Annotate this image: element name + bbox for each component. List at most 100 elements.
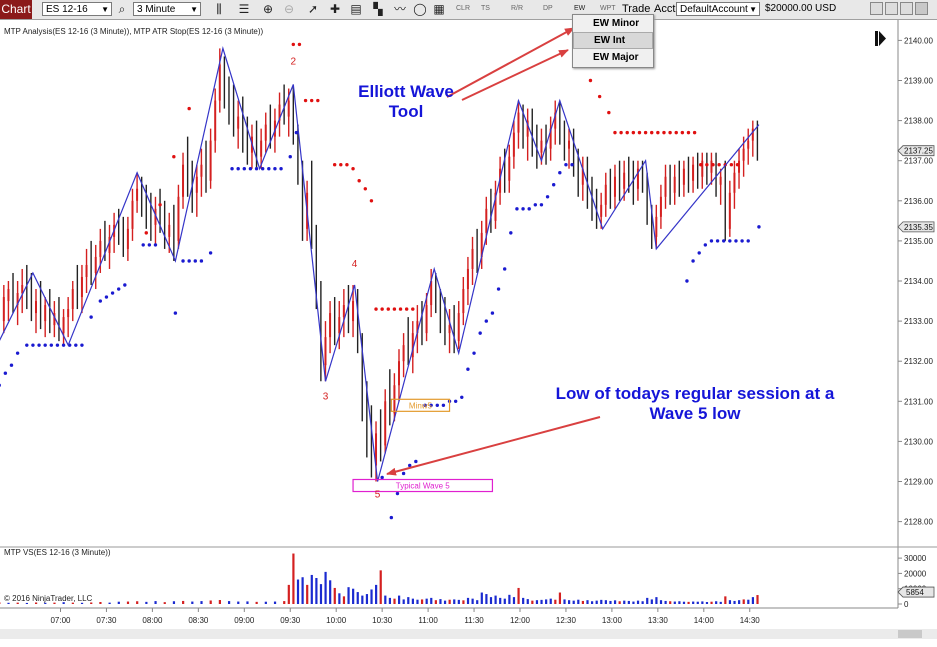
tool-clr[interactable]: CLR (456, 2, 470, 16)
price-tick-label: 2138.00 (904, 117, 933, 126)
price-bar-body (71, 289, 74, 310)
volume-tick-label: 20000 (904, 569, 927, 578)
price-tick-label: 2139.00 (904, 77, 933, 86)
volume-bar (623, 600, 626, 604)
volume-bar (310, 574, 313, 604)
window-maximize-button[interactable] (900, 2, 913, 15)
atr-stop-short-dot (363, 187, 368, 191)
volume-bar (384, 595, 387, 604)
menu-item-ew-major[interactable]: EW Major (573, 50, 653, 65)
price-bar-body (659, 196, 662, 217)
bar-style-icon[interactable]: ⫼ (212, 2, 226, 16)
volume-bar (733, 600, 736, 604)
tool-ts[interactable]: TS (481, 2, 490, 16)
atr-stop-short-dot (656, 130, 660, 135)
volume-bar (646, 597, 649, 604)
volume-bar (264, 601, 267, 604)
volume-bar (200, 601, 203, 604)
price-bar-body (34, 301, 37, 314)
volume-bar (182, 600, 185, 604)
volume-bar (687, 601, 690, 604)
circle-icon[interactable]: ◯ (413, 2, 427, 16)
chart-background (0, 20, 937, 647)
time-tick-label: 10:30 (372, 616, 393, 625)
window-minimize-button[interactable] (885, 2, 898, 15)
elliott-wave-annotation: Elliott Wave Tool (344, 82, 468, 122)
instrument-value: ES 12-16 (46, 4, 88, 15)
atr-stop-long-dot (254, 167, 259, 171)
volume-bar (108, 602, 111, 604)
volume-bar (480, 592, 483, 604)
scrollbar-thumb[interactable] (898, 630, 922, 638)
time-tick-label: 09:30 (280, 616, 301, 625)
price-bar-body (471, 248, 474, 269)
volume-bar (682, 601, 686, 604)
account-select[interactable]: DefaultAccount ▼ (676, 2, 760, 16)
price-bar-body (719, 176, 722, 185)
price-tick-label: 2135.00 (904, 237, 933, 246)
price-bar-body (655, 216, 658, 237)
price-bar-body (209, 140, 212, 181)
price-bar-body (604, 184, 607, 205)
time-tick-label: 14:30 (740, 616, 761, 625)
atr-stop-short-dot (316, 98, 320, 103)
horizontal-scrollbar[interactable] (0, 629, 937, 639)
atr-stop-short-dot (187, 106, 191, 111)
atr-stop-long-dot (147, 243, 152, 247)
volume-bar (315, 578, 318, 604)
volume-bar (397, 595, 401, 604)
zoom-in-icon[interactable]: ⊕ (261, 2, 275, 16)
cross-icon[interactable]: ✚ (328, 2, 342, 16)
pointer-icon[interactable]: ➚ (306, 2, 320, 16)
search-icon[interactable]: ⌕ (115, 2, 129, 16)
window-close-button[interactable] (915, 2, 928, 15)
volume-bar (347, 587, 350, 604)
atr-stop-short-dot (291, 42, 296, 47)
volume-bar (466, 597, 470, 604)
volume-bar (154, 601, 157, 604)
tool-dp[interactable]: DP (543, 2, 553, 16)
time-tick-label: 07:30 (96, 616, 117, 625)
volume-bar (489, 597, 493, 604)
atr-stop-long-dot (98, 299, 103, 303)
zoom-out-icon[interactable]: ⊖ (282, 2, 296, 16)
price-bar-body (397, 361, 400, 386)
volume-bar (549, 598, 552, 604)
price-bar-body (508, 156, 511, 181)
volume-bar (728, 600, 732, 604)
line-tool-icon[interactable]: 〰 (393, 2, 407, 16)
tool-rr[interactable]: R/R (511, 2, 523, 16)
atr-stop-long-dot (187, 259, 191, 263)
atr-stop-long-dot (248, 167, 253, 171)
volume-bar (420, 599, 424, 604)
volume-bar (352, 588, 355, 604)
price-tick-label: 2130.00 (904, 437, 933, 446)
atr-stop-long-dot (294, 130, 299, 135)
atr-stop-short-dot (674, 130, 678, 135)
chevron-down-icon: ▼ (749, 5, 757, 14)
atr-stop-short-dot (717, 163, 721, 167)
atr-stop-long-dot (31, 343, 35, 347)
wave-label-3: 3 (323, 391, 329, 402)
interval-select[interactable]: 3 Minute ▼ (133, 2, 201, 16)
menu-item-ew-minor[interactable]: EW Minor (573, 16, 653, 31)
properties-icon[interactable]: ☰ (237, 2, 251, 16)
price-bar-body (673, 176, 676, 193)
drawing-objects-icon[interactable]: ▚ (371, 2, 385, 16)
volume-bar (126, 601, 130, 604)
wave-label-2: 2 (291, 56, 297, 67)
volume-bar (590, 601, 594, 604)
volume-bar (609, 600, 612, 604)
menu-item-ew-int[interactable]: EW Int (573, 32, 653, 49)
volume-bar (545, 599, 548, 604)
toolbar-toggle-button[interactable] (870, 2, 883, 15)
price-bar-body (466, 268, 469, 290)
instrument-select[interactable]: ES 12-16 ▼ (42, 2, 112, 16)
chart-area[interactable]: MTP Analysis(ES 12-16 (3 Minute)), MTP A… (0, 20, 937, 647)
chart-tab[interactable]: Chart (0, 0, 32, 19)
data-box-icon[interactable]: ▤ (349, 2, 363, 16)
chart-trader-icon[interactable]: ▦ (432, 2, 446, 16)
volume-bar (375, 584, 378, 604)
time-tick-label: 08:00 (142, 616, 163, 625)
atr-stop-long-dot (472, 351, 476, 355)
